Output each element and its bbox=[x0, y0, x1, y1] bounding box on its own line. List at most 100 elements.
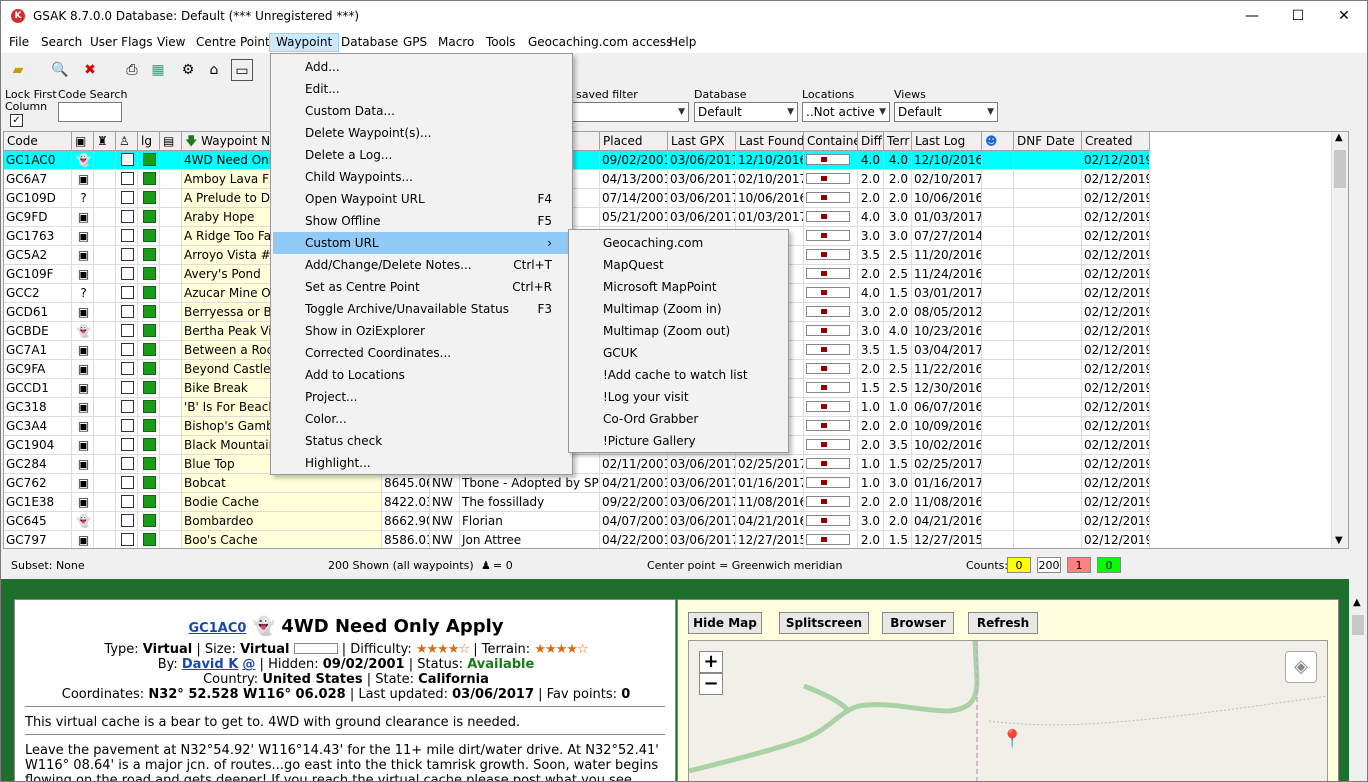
row-checkbox[interactable] bbox=[121, 495, 134, 508]
row-checkbox[interactable] bbox=[121, 400, 134, 413]
col-lg[interactable]: lg bbox=[138, 132, 160, 151]
menu-geocaching-access[interactable]: Geocaching.com access bbox=[522, 34, 678, 51]
found-checkbox[interactable] bbox=[116, 189, 138, 208]
col-last-log[interactable]: Last Log bbox=[912, 132, 982, 151]
waypoint-menu-item[interactable]: Set as Centre Point Ctrl+R bbox=[273, 276, 570, 298]
lock-column-checkbox[interactable]: ✓ bbox=[10, 114, 23, 127]
table-row[interactable]: GC284 ▣ Blue Top 02/11/2001 03/06/2017 02/25/… bbox=[4, 455, 1150, 474]
custom-url-item[interactable]: Geocaching.com bbox=[571, 232, 786, 254]
browser-button[interactable]: Browser bbox=[882, 612, 954, 634]
custom-url-item[interactable]: Microsoft MapPoint bbox=[571, 276, 786, 298]
minimize-button[interactable]: — bbox=[1229, 1, 1275, 31]
found-checkbox[interactable] bbox=[116, 151, 138, 170]
row-checkbox[interactable] bbox=[121, 229, 134, 242]
col-terr[interactable]: Terr bbox=[884, 132, 912, 151]
col-dnf-date[interactable]: DNF Date bbox=[1014, 132, 1082, 151]
table-row[interactable]: GC9FD ▣ Araby Hope 05/21/2001 03/06/2017 01/0… bbox=[4, 208, 1150, 227]
col-diff[interactable]: Diff bbox=[858, 132, 884, 151]
row-checkbox[interactable] bbox=[121, 153, 134, 166]
table-row[interactable]: GC6A7 ▣ Amboy Lava Flow 04/13/2001 03/06/201… bbox=[4, 170, 1150, 189]
menu-waypoint[interactable]: Waypoint bbox=[269, 33, 340, 52]
menu-macro[interactable]: Macro bbox=[432, 34, 480, 51]
waypoint-menu-item[interactable]: Toggle Archive/Unavailable Status F3 bbox=[273, 298, 570, 320]
col-created[interactable]: Created bbox=[1082, 132, 1150, 151]
menu-tools[interactable]: Tools bbox=[480, 34, 522, 51]
menu-file[interactable]: File bbox=[3, 34, 35, 51]
scroll-up-icon[interactable]: ▲ bbox=[1335, 132, 1343, 143]
row-checkbox[interactable] bbox=[121, 286, 134, 299]
row-checkbox[interactable] bbox=[121, 476, 134, 489]
refresh-button[interactable]: Refresh bbox=[968, 612, 1038, 634]
found-checkbox[interactable] bbox=[116, 398, 138, 417]
scroll-down-icon[interactable]: ▼ bbox=[1335, 535, 1343, 546]
found-checkbox[interactable] bbox=[116, 227, 138, 246]
found-checkbox[interactable] bbox=[116, 379, 138, 398]
waypoint-menu-item[interactable]: Child Waypoints... bbox=[273, 166, 570, 188]
found-checkbox[interactable] bbox=[116, 512, 138, 531]
window-icon[interactable]: ▭ bbox=[231, 59, 253, 81]
row-checkbox[interactable] bbox=[121, 210, 134, 223]
scroll-thumb[interactable] bbox=[1334, 150, 1346, 188]
waypoint-menu-item[interactable]: Project... bbox=[273, 386, 570, 408]
zoom-out-button[interactable]: − bbox=[699, 673, 723, 695]
menu-user-flags[interactable]: User Flags bbox=[84, 34, 159, 51]
locations-select[interactable]: ..Not active ▼ bbox=[802, 102, 890, 122]
row-checkbox[interactable] bbox=[121, 248, 134, 261]
zoom-in-button[interactable]: + bbox=[699, 651, 723, 673]
row-checkbox[interactable] bbox=[121, 362, 134, 375]
custom-url-item[interactable]: Co-Ord Grabber bbox=[571, 408, 786, 430]
owner-at-link[interactable]: @ bbox=[242, 657, 255, 672]
col-user-flag-icon[interactable]: ♜ bbox=[94, 132, 116, 151]
table-row[interactable]: GC1E38 ▣ Bodie Cache 8422.03 NW The fossillad… bbox=[4, 493, 1150, 512]
waypoint-menu-item[interactable]: Delete a Log... bbox=[273, 144, 570, 166]
search-page-icon[interactable]: 🔍 bbox=[49, 59, 71, 81]
found-checkbox[interactable] bbox=[116, 493, 138, 512]
waypoint-menu-item[interactable]: Show in OziExplorer bbox=[273, 320, 570, 342]
custom-url-item[interactable]: MapQuest bbox=[571, 254, 786, 276]
found-checkbox[interactable] bbox=[116, 436, 138, 455]
col-type-icon[interactable]: ▣ bbox=[72, 132, 94, 151]
row-checkbox[interactable] bbox=[121, 191, 134, 204]
custom-url-item[interactable]: !Picture Gallery bbox=[571, 430, 786, 452]
row-checkbox[interactable] bbox=[121, 514, 134, 527]
col-code[interactable]: Code bbox=[4, 132, 72, 151]
found-checkbox[interactable] bbox=[116, 322, 138, 341]
found-checkbox[interactable] bbox=[116, 531, 138, 548]
col-found-icon[interactable]: ♙ bbox=[116, 132, 138, 151]
col-last-gpx[interactable]: Last GPX bbox=[668, 132, 736, 151]
found-checkbox[interactable] bbox=[116, 246, 138, 265]
found-checkbox[interactable] bbox=[116, 303, 138, 322]
table-row[interactable]: GC762 ▣ Bobcat 8645.06 NW Tbone - Adopted by … bbox=[4, 474, 1150, 493]
menu-gps[interactable]: GPS bbox=[397, 34, 433, 51]
row-checkbox[interactable] bbox=[121, 324, 134, 337]
code-search-input[interactable] bbox=[58, 102, 122, 122]
found-checkbox[interactable] bbox=[116, 455, 138, 474]
waypoint-menu-item[interactable]: Edit... bbox=[273, 78, 570, 100]
owner-link[interactable]: David K bbox=[182, 657, 238, 672]
row-checkbox[interactable] bbox=[121, 305, 134, 318]
row-checkbox[interactable] bbox=[121, 172, 134, 185]
detail-scroll-up-icon[interactable]: ▲ bbox=[1353, 597, 1361, 608]
custom-url-item[interactable]: Multimap (Zoom in) bbox=[571, 298, 786, 320]
custom-url-item[interactable]: GCUK bbox=[571, 342, 786, 364]
row-checkbox[interactable] bbox=[121, 419, 134, 432]
detail-scroll-thumb[interactable] bbox=[1352, 615, 1364, 635]
menu-help[interactable]: Help bbox=[663, 34, 702, 51]
layers-icon[interactable]: ◈ bbox=[1285, 651, 1317, 683]
found-checkbox[interactable] bbox=[116, 341, 138, 360]
map-view[interactable]: + − ◈ 📍 bbox=[688, 640, 1328, 781]
found-checkbox[interactable] bbox=[116, 360, 138, 379]
open-folder-icon[interactable]: ▰ bbox=[7, 59, 29, 81]
waypoint-menu-item[interactable]: Open Waypoint URL F4 bbox=[273, 188, 570, 210]
menu-centre-point[interactable]: Centre Point bbox=[190, 34, 276, 51]
table-row[interactable]: GC109D? A Prelude to Darkness 07/14/2001 03… bbox=[4, 189, 1150, 208]
row-checkbox[interactable] bbox=[121, 457, 134, 470]
waypoint-menu-item[interactable]: Corrected Coordinates... bbox=[273, 342, 570, 364]
database-select[interactable]: Default ▼ bbox=[694, 102, 798, 122]
waypoint-menu-item[interactable]: Status check bbox=[273, 430, 570, 452]
close-button[interactable]: ✕ bbox=[1321, 1, 1367, 31]
found-checkbox[interactable] bbox=[116, 208, 138, 227]
waypoint-menu-item[interactable]: Add... bbox=[273, 56, 570, 78]
cache-marker-icon[interactable]: 📍 bbox=[1001, 729, 1023, 750]
grid-icon[interactable]: ▦ bbox=[147, 59, 169, 81]
